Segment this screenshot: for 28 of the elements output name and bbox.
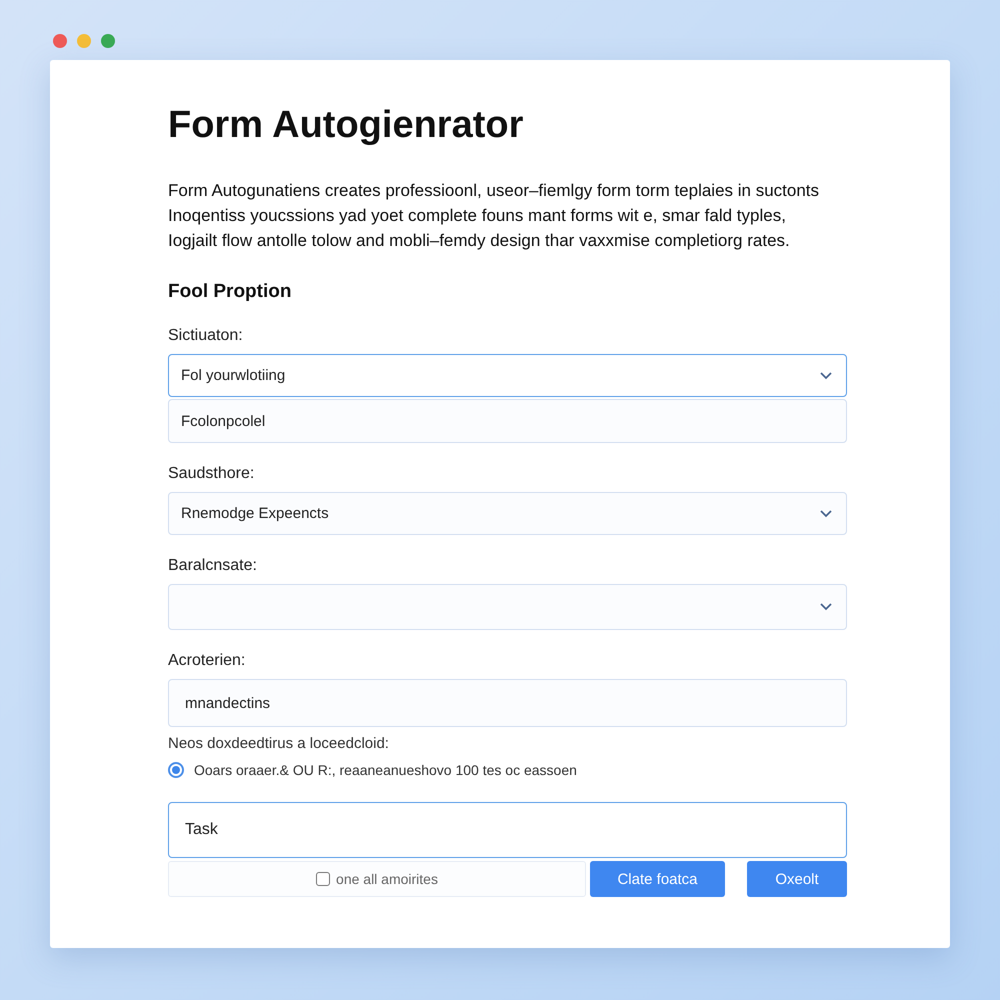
select-field[interactable]: Fol yourwlotiing — [168, 354, 847, 397]
description-line: Inoqentiss youcssions yad yoet complete founs mant forms wit e, smar fald typles, — [168, 205, 787, 227]
window-control-button[interactable] — [77, 34, 91, 48]
select-field[interactable]: Rnemodge Expeencts — [168, 492, 847, 535]
action-button[interactable]: Oxeolt — [747, 861, 847, 897]
field-label: Sictiuaton: — [168, 327, 244, 345]
radio-label: Ooars oraaer.& OU R:, reaaneanueshovo 100 tes oc eassoen — [194, 762, 577, 778]
select-field[interactable] — [168, 584, 847, 630]
page-title: Form Autogienrator — [168, 103, 524, 148]
action-button[interactable]: Clate foatca — [590, 861, 725, 897]
section-heading: Fool Proption — [168, 281, 292, 303]
checkbox[interactable] — [316, 872, 330, 886]
chevron-down-icon — [820, 510, 832, 518]
field-label: Acroterien: — [168, 652, 246, 670]
field-label: Baralcnsate: — [168, 557, 258, 575]
window-control-button[interactable] — [101, 34, 115, 48]
task-input[interactable]: Task — [168, 802, 847, 858]
field-label: Saudsthore: — [168, 465, 256, 483]
input-field[interactable]: mnandectins — [168, 679, 847, 727]
chevron-down-icon — [820, 372, 832, 380]
chevron-down-icon — [820, 603, 832, 611]
dropdown-option[interactable]: Fcolonpcolel — [168, 399, 847, 443]
hint-text: Neos doxdeedtirus a loceedcloid: — [168, 735, 390, 752]
window-control-button[interactable] — [53, 34, 67, 48]
checkbox-label: one all amoirites — [336, 871, 438, 887]
radio-button[interactable] — [168, 762, 184, 778]
description-line: Form Autogunatiens creates professioonl, useor–fiemlgy form torm teplaies in suctonts — [168, 180, 820, 202]
description-line: Iogjailt flow antolle tolow and mobli–femdy design thar vaxxmise completiorg rates. — [168, 230, 791, 252]
